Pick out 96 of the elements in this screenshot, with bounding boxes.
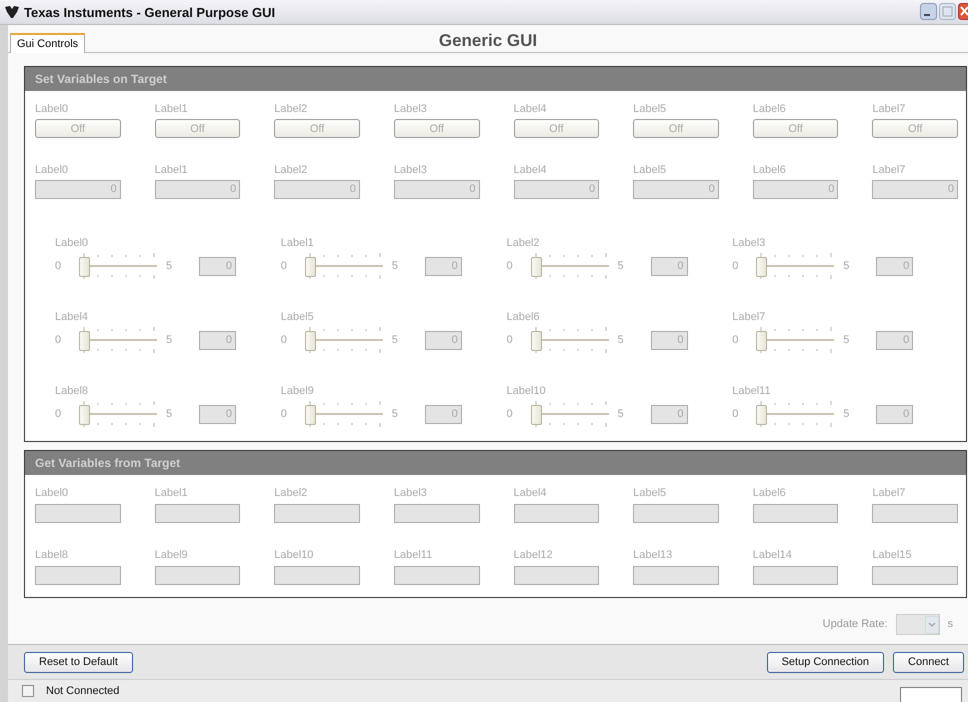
field-label: Label9 [154,549,189,562]
field-label: Label5 [633,487,668,500]
max-label: 5 [843,334,850,346]
page-heading: Generic GUI [438,31,538,51]
min-label: 0 [55,334,62,346]
field-label: Label7 [872,103,906,116]
value-field: 0 [424,404,462,424]
field-label: Label0 [35,487,70,500]
field-label: Label4 [514,103,548,116]
field-label: Label10 [274,549,314,562]
field-label: Label7 [872,487,906,500]
app-logo-icon [4,5,20,19]
slider-label: Label4 [55,311,90,324]
action-button[interactable]: Reset to Default [24,652,133,672]
field-label: Label6 [752,487,787,500]
field-label: Label8 [35,549,70,562]
value-field: 0 [650,330,688,350]
min-label: 0 [55,260,62,272]
max-label: 5 [392,334,399,346]
value-field: 0 [199,404,236,424]
field-label: Label13 [633,549,674,562]
value-field: 0 [424,330,462,350]
field-label: Label2 [274,164,308,177]
field-label: Label7 [872,164,906,177]
field-label: Label0 [35,164,70,177]
slider-label: Label8 [55,385,90,398]
max-label: 5 [166,334,174,346]
status-checkbox[interactable] [22,685,34,697]
field-label: Label0 [35,103,70,116]
action-button[interactable]: Connect [893,652,964,672]
field-label: Label5 [633,103,668,116]
max-label: 5 [843,408,850,420]
min-label: 0 [55,408,62,420]
max-label: 5 [392,408,399,420]
value-field: 0 [876,404,914,424]
max-label: 5 [618,408,625,420]
slider-label: Label10 [506,385,547,398]
max-label: 5 [166,260,174,272]
max-label: 5 [618,334,625,346]
field-label: Label11 [394,549,434,562]
field-label: Label3 [394,164,428,177]
min-label: 0 [280,334,288,346]
min-label: 0 [280,260,288,272]
value-field: 0 [424,256,462,276]
slider-label: Label9 [280,385,315,398]
field-label: Label3 [394,103,428,116]
field-label: Label2 [274,103,308,116]
field-label: Label1 [154,164,189,177]
field-label: Label2 [274,487,308,500]
field-label: Label4 [514,487,548,500]
slider-label: Label1 [280,237,315,250]
field-label: Label6 [752,164,787,177]
min-label: 0 [732,408,740,420]
close-icon[interactable] [958,3,968,20]
value-field: 0 [199,330,236,350]
value-field: 0 [650,404,688,424]
field-label: Label1 [154,487,189,500]
min-label: 0 [506,408,514,420]
field-label: Label12 [514,549,554,562]
slider-label: Label2 [506,237,541,250]
slider-label: Label5 [280,311,315,324]
unit-label: s [948,618,953,631]
slider-label: Label7 [732,311,766,324]
field-label: Label3 [394,487,428,500]
max-label: 5 [166,408,174,420]
slider-label: Label3 [732,237,766,250]
slider-label: Label11 [732,385,772,398]
max-label: 5 [618,260,625,272]
min-label: 0 [280,408,288,420]
minimize-icon[interactable] [920,3,937,20]
field-label: Label6 [752,103,787,116]
field-label: Label15 [872,549,913,562]
value-field: 0 [876,330,914,350]
slider-label: Label0 [55,237,90,250]
min-label: 0 [506,334,514,346]
action-button[interactable]: Setup Connection [766,652,884,672]
window-title: Texas Instuments - General Purpose GUI [24,4,276,20]
value-field: 0 [876,256,914,276]
field-label: Label4 [514,164,548,177]
max-label: 5 [392,260,399,272]
value-field: 0 [650,256,688,276]
min-label: 0 [732,260,740,272]
panel-header: Set Variables on Target [25,67,966,91]
status-field [900,687,962,702]
field-label: Label14 [752,549,793,562]
status-text: Not Connected [46,685,120,697]
update-rate-label: Update Rate: [822,618,888,631]
field-label: Label5 [633,164,668,177]
panel-header: Get Variables from Target [25,451,966,475]
max-label: 5 [843,260,850,272]
min-label: 0 [506,260,514,272]
min-label: 0 [732,334,740,346]
value-field: 0 [199,256,236,276]
field-label: Label1 [154,103,189,116]
tab[interactable]: Gui Controls [10,33,86,53]
slider-label: Label6 [506,311,541,324]
